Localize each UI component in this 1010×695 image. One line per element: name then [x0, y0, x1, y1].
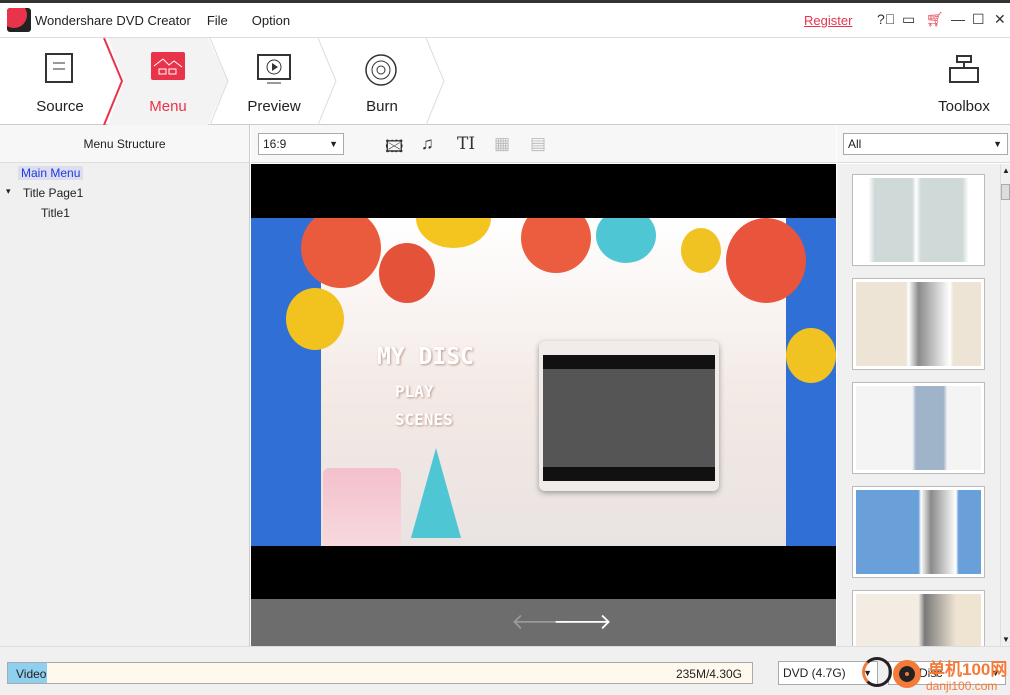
preview-icon	[257, 54, 291, 84]
step-source[interactable]: Source	[10, 38, 110, 125]
layout-icon: ▦	[494, 134, 511, 153]
menu-background: MY DISC PLAY SCENES	[251, 218, 836, 546]
background-image-icon[interactable]: 🖾︎	[385, 134, 404, 163]
step-menu[interactable]: Menu	[118, 38, 218, 125]
usage-text: 235M/4.30G	[675, 667, 742, 681]
toolbox-label: Toolbox	[938, 98, 990, 115]
dropdown-arrow-icon: ▼	[993, 139, 1002, 149]
next-arrow-icon[interactable]: 🡒	[553, 609, 612, 635]
balloon	[379, 243, 435, 303]
template-thumbnail[interactable]	[852, 174, 985, 266]
preview-menu-play[interactable]: PLAY	[395, 382, 434, 401]
menu-option[interactable]: Option	[252, 13, 290, 28]
text-icon[interactable]: TI	[457, 134, 475, 154]
step-preview[interactable]: Preview	[224, 38, 324, 125]
menu-structure-header: Menu Structure	[0, 125, 249, 163]
watermark-url: danji100.com	[926, 679, 998, 693]
minimize-icon[interactable]: —	[951, 11, 965, 27]
balloon	[521, 218, 591, 273]
menu-preview-canvas: MY DISC PLAY SCENES	[251, 164, 836, 599]
balloon	[726, 218, 806, 303]
balloon	[786, 328, 836, 383]
tree-item-title1[interactable]: Title1	[41, 206, 70, 220]
app-title: Wondershare DVD Creator	[35, 12, 191, 28]
balloon	[596, 218, 656, 263]
balloon	[416, 218, 491, 248]
disc-type-value: DVD (4.7G)	[783, 666, 846, 680]
aspect-ratio-select[interactable]: 16:9 ▼	[258, 133, 344, 155]
menu-toolbar: 16:9 ▼ 🖾︎ ♫ TI ▦ ▤	[251, 125, 836, 163]
filter-value: All	[848, 137, 862, 151]
balloon	[286, 288, 344, 350]
step-label: Source	[36, 98, 84, 115]
party-hat-decoration	[411, 448, 461, 538]
scroll-up-icon[interactable]: ▲	[1002, 166, 1010, 175]
cart-icon[interactable]: 🛒︎	[926, 11, 944, 28]
usage-bar-label: Video	[16, 667, 47, 681]
balloon	[301, 218, 381, 288]
preview-thumbnail-frame[interactable]	[539, 341, 719, 491]
template-filter-bar: All ▼	[837, 125, 1010, 163]
step-navigation: Source Menu Preview Burn Toolbox	[0, 38, 1010, 125]
step-label: Menu	[149, 98, 187, 115]
tree-item-main-menu[interactable]: Main Menu	[18, 166, 84, 180]
aspect-value: 16:9	[263, 137, 287, 151]
preview-menu-title[interactable]: MY DISC	[377, 344, 474, 370]
menu-structure-panel: Menu Structure Main Menu ▾ Title Page1 T…	[0, 125, 250, 646]
template-list: ▲ ▼	[837, 164, 1010, 682]
preview-navigation: 🡐 🡒	[251, 599, 836, 646]
tree-item-title-page[interactable]: Title Page1	[23, 186, 83, 200]
menu-icon	[151, 52, 185, 80]
feedback-icon[interactable]: ▭	[902, 11, 915, 28]
collapse-icon[interactable]: ▾	[6, 186, 11, 197]
menu-file[interactable]: File	[207, 13, 228, 28]
dropdown-arrow-icon: ▼	[329, 139, 338, 149]
source-icon	[45, 53, 73, 83]
music-icon[interactable]: ♫	[421, 134, 434, 154]
template-scrollbar[interactable]: ▲ ▼	[1000, 164, 1010, 646]
step-label: Preview	[247, 98, 301, 115]
title-bar: Wondershare DVD Creator File Option Regi…	[0, 3, 1010, 38]
burn-disc-icon	[365, 54, 397, 86]
toolbox-icon	[949, 55, 979, 83]
register-link[interactable]: Register	[804, 13, 852, 28]
preview-video	[543, 355, 715, 481]
disc-usage-bar: Video 235M/4.30G	[7, 662, 753, 684]
app-logo-icon	[7, 8, 31, 32]
template-thumbnail[interactable]	[852, 486, 985, 578]
watermark-text: 单机100网	[928, 660, 1008, 679]
step-label: Burn	[366, 98, 398, 115]
status-bar: Video 235M/4.30G DVD (4.7G) ▼ Disc ▼ 单机100…	[0, 646, 1010, 695]
toolbox-button[interactable]: Toolbox	[920, 38, 1008, 125]
template-thumbnail[interactable]	[852, 382, 985, 474]
template-filter-select[interactable]: All ▼	[843, 133, 1008, 155]
maximize-icon[interactable]: ☐	[972, 11, 985, 28]
template-thumbnail[interactable]	[852, 278, 985, 370]
balloon	[681, 228, 721, 273]
watermark-logo-icon	[862, 657, 892, 687]
scroll-down-icon[interactable]: ▼	[1002, 635, 1010, 644]
close-icon[interactable]: ✕	[994, 11, 1006, 28]
help-icon[interactable]: ?⃝	[877, 11, 895, 27]
chapter-icon: ▤	[530, 134, 547, 153]
watermark-logo-dot-icon	[893, 660, 921, 688]
step-burn[interactable]: Burn	[332, 38, 432, 125]
cake-decoration	[323, 468, 401, 546]
preview-menu-scenes[interactable]: SCENES	[395, 410, 453, 429]
scroll-thumb[interactable]	[1001, 184, 1010, 200]
